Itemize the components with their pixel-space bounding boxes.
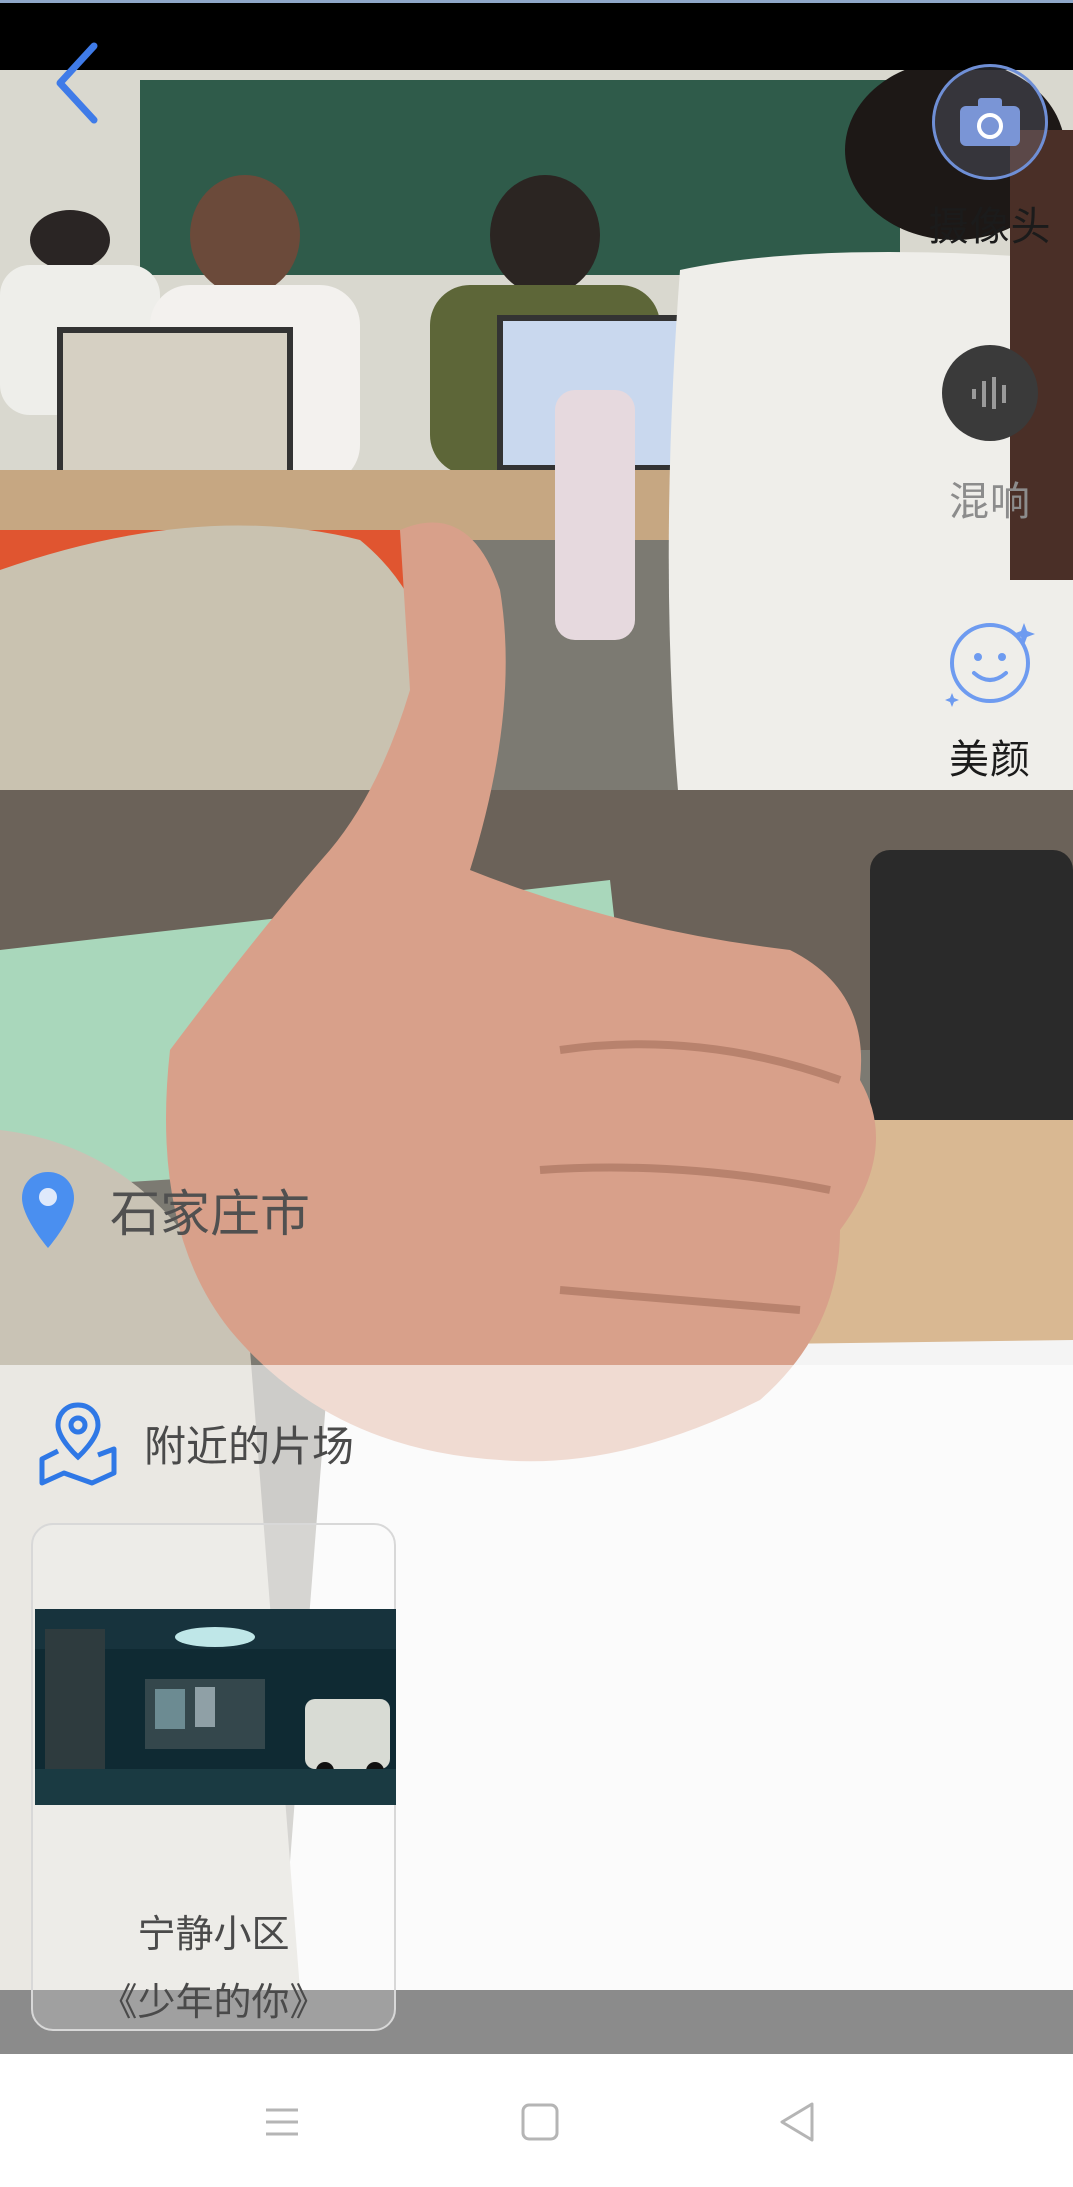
spot-thumbnail xyxy=(35,1609,396,1805)
reverb-button[interactable]: 混响 xyxy=(915,345,1065,527)
menu-button[interactable] xyxy=(252,2092,312,2152)
spot-name: 宁静小区 xyxy=(137,1912,290,1956)
home-square-icon xyxy=(521,2103,559,2141)
chevron-left-icon xyxy=(56,42,98,124)
spot-thumbnail-image xyxy=(35,1609,396,1805)
menu-icon xyxy=(266,2108,298,2136)
nearby-header: 附近的片场 xyxy=(36,1398,354,1488)
back-button[interactable] xyxy=(48,38,108,128)
home-button[interactable] xyxy=(510,2092,570,2152)
city-name: 石家庄市 xyxy=(110,1185,310,1243)
back-triangle-icon xyxy=(780,2102,814,2142)
camera-switch-button[interactable]: 摄像头 xyxy=(915,64,1065,252)
filming-spot-card[interactable]: 宁静小区 《少年的你》 xyxy=(31,1523,396,2031)
reverb-circle xyxy=(942,345,1038,441)
system-nav-bar xyxy=(0,2054,1073,2187)
camera-switch-label: 摄像头 xyxy=(928,204,1052,250)
camera-switch-icon xyxy=(960,98,1020,146)
spot-film: 《少年的你》 xyxy=(99,1980,328,2024)
map-pin-icon xyxy=(39,1402,117,1486)
camera-screen: 摄像头 混响 美颜 石家庄市 附近的片场 宁静小区 《少年的你》 xyxy=(0,0,1073,2187)
location-indicator[interactable]: 石家庄市 xyxy=(20,1165,310,1255)
status-bar xyxy=(0,0,1073,70)
reverb-icon xyxy=(972,377,1006,409)
nearby-title: 附近的片场 xyxy=(144,1421,355,1471)
smiley-icon xyxy=(945,623,1035,707)
camera-switch-circle xyxy=(932,64,1048,180)
beauty-button[interactable]: 美颜 xyxy=(915,615,1065,785)
beauty-label: 美颜 xyxy=(949,737,1031,783)
location-pin-icon xyxy=(22,1172,74,1248)
reverb-label: 混响 xyxy=(949,479,1031,525)
back-nav-button[interactable] xyxy=(768,2092,828,2152)
beauty-circle xyxy=(942,615,1038,711)
